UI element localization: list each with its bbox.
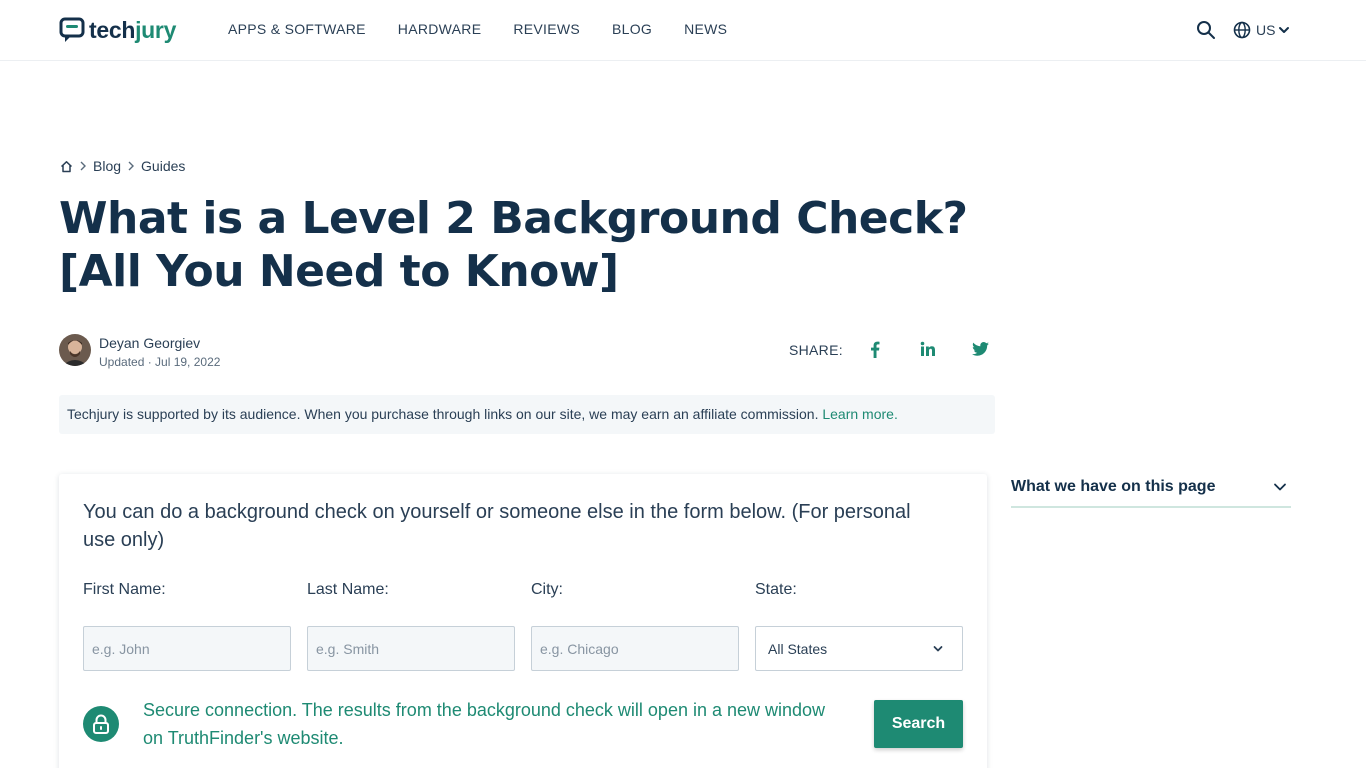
toc-title: What we have on this page [1011, 478, 1216, 495]
nav-news[interactable]: NEWS [684, 21, 727, 37]
chevron-right-icon [128, 161, 135, 171]
chat-bubble-logo-icon [59, 17, 85, 42]
twitter-icon [971, 342, 989, 356]
locale-selector[interactable]: US [1233, 20, 1290, 40]
share-facebook-button[interactable] [866, 340, 884, 358]
share-label: SHARE: [789, 342, 843, 358]
background-check-form: You can do a background check on yoursel… [59, 474, 987, 768]
logo-word-jury: jury [135, 16, 177, 43]
secure-lock-badge [83, 706, 119, 742]
breadcrumb-home-link[interactable] [60, 160, 73, 173]
search-button[interactable]: Search [874, 700, 963, 748]
state-select[interactable]: All States [755, 626, 963, 671]
nav-hardware[interactable]: HARDWARE [398, 21, 482, 37]
city-input[interactable] [531, 626, 739, 671]
chevron-down-icon [1279, 27, 1290, 33]
chevron-down-icon [1274, 483, 1286, 491]
author-name[interactable]: Deyan Georgiev [99, 335, 200, 351]
disclosure-text: Techjury is supported by its audience. W… [67, 406, 823, 422]
globe-icon [1233, 21, 1251, 39]
breadcrumb-separator [127, 161, 135, 171]
nav-blog[interactable]: BLOG [612, 21, 652, 37]
facebook-icon [871, 341, 880, 358]
table-of-contents-toggle[interactable]: What we have on this page [1011, 476, 1291, 508]
state-label: State: [755, 581, 797, 598]
learn-more-link[interactable]: Learn more. [822, 406, 897, 422]
locale-label: US [1256, 22, 1276, 38]
home-icon [60, 160, 73, 172]
linkedin-icon [920, 341, 935, 356]
logo-word-tech: tech [89, 16, 136, 43]
state-selected-value: All States [768, 640, 828, 657]
chevron-right-icon [80, 161, 86, 171]
author-avatar[interactable] [59, 334, 91, 366]
site-header: techjury APPS & SOFTWARE HARDWARE REVIEW… [0, 0, 1366, 61]
last-name-label: Last Name: [307, 581, 389, 598]
share-linkedin-button[interactable] [919, 340, 937, 358]
city-label: City: [531, 581, 563, 598]
breadcrumb: Blog Guides [60, 157, 185, 175]
nav-reviews[interactable]: REVIEWS [513, 21, 580, 37]
author-photo [59, 334, 91, 366]
nav-apps-software[interactable]: APPS & SOFTWARE [228, 21, 366, 37]
logo-wordmark: techjury [89, 17, 176, 44]
lock-icon [93, 714, 109, 734]
updated-date: Updated · Jul 19, 2022 [99, 355, 221, 369]
first-name-label: First Name: [83, 581, 166, 598]
first-name-input[interactable] [83, 626, 291, 671]
form-intro: You can do a background check on yoursel… [83, 501, 911, 551]
main-nav: APPS & SOFTWARE HARDWARE REVIEWS BLOG NE… [228, 21, 759, 37]
chevron-down-icon [933, 646, 943, 652]
techjury-logo[interactable]: techjury [59, 16, 176, 44]
secure-connection-note: Secure connection. The results from the … [143, 700, 826, 748]
share-twitter-button[interactable] [971, 340, 989, 358]
breadcrumb-blog[interactable]: Blog [93, 158, 121, 174]
search-icon [1197, 21, 1215, 39]
last-name-input[interactable] [307, 626, 515, 671]
header-search-button[interactable] [1196, 20, 1216, 40]
breadcrumb-guides[interactable]: Guides [141, 158, 185, 174]
breadcrumb-separator [79, 161, 87, 171]
page-title: What is a Level 2 Background Check? [All… [59, 193, 968, 297]
affiliate-disclosure: Techjury is supported by its audience. W… [59, 395, 995, 434]
